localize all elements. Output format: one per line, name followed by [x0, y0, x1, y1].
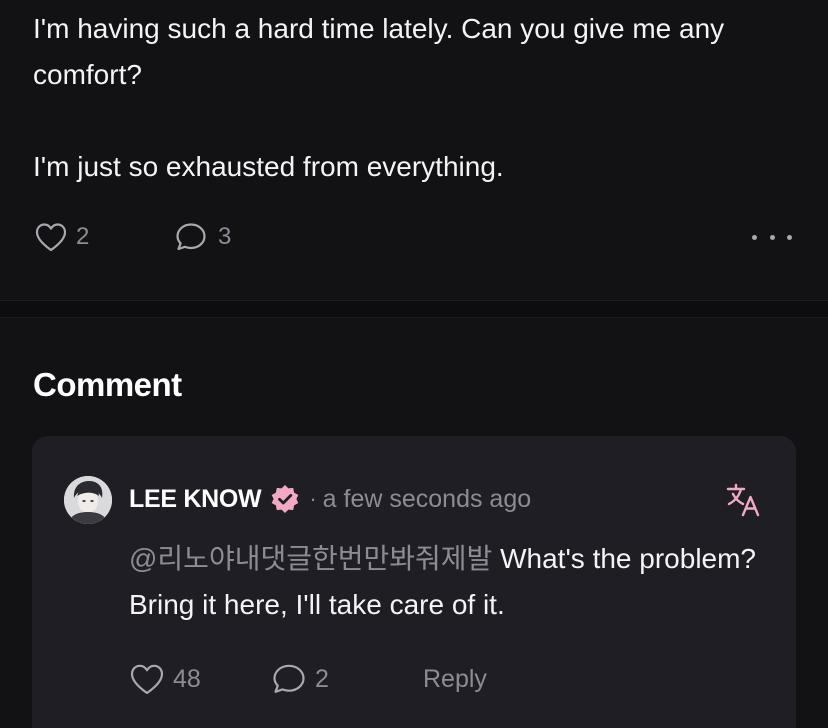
- comment-text-line: Bring it here, I'll take care of it.: [129, 589, 505, 620]
- avatar[interactable]: [64, 476, 112, 524]
- speech-bubble-icon: [273, 664, 305, 693]
- avatar-image: [64, 476, 112, 524]
- translate-icon[interactable]: [725, 482, 761, 518]
- comment-author-row: LEE KNOW · a few seconds ago: [129, 483, 531, 515]
- verified-badge-icon: [272, 485, 299, 513]
- more-horizontal-icon: [752, 234, 757, 240]
- post-like-count: 2: [76, 223, 90, 250]
- comment-card: LEE KNOW · a few seconds ago @리노야내댓글한번만봐…: [32, 436, 796, 728]
- speech-bubble-icon: [176, 223, 206, 251]
- post-comment-button[interactable]: 3: [174, 221, 231, 253]
- more-horizontal-icon: [787, 234, 792, 240]
- author-name[interactable]: LEE KNOW: [129, 485, 262, 514]
- more-horizontal-icon: [769, 234, 775, 240]
- post-paragraph-break: [33, 98, 793, 144]
- comment-like-count: 48: [173, 664, 201, 693]
- reply-button[interactable]: Reply: [423, 665, 487, 694]
- app-root: I'm having such a hard time lately. Can …: [0, 0, 828, 728]
- heart-outline-icon: [35, 223, 67, 252]
- comment-like-button[interactable]: 48: [129, 662, 201, 696]
- section-divider: [0, 300, 828, 318]
- comments-heading: Comment: [33, 366, 182, 403]
- heart-outline-icon: [130, 664, 164, 695]
- post-like-button[interactable]: 2: [34, 221, 89, 253]
- comment-reply-count: 2: [315, 664, 329, 693]
- post-body: I'm having such a hard time lately. Can …: [33, 6, 793, 190]
- comment-text: @리노야내댓글한번만봐줘제발 What's the problem? Bring…: [129, 536, 779, 628]
- post-text-line: I'm having such a hard time lately. Can …: [33, 13, 725, 44]
- meta-separator: ·: [309, 486, 317, 511]
- comment-reply-count-button[interactable]: 2: [271, 662, 329, 696]
- post-comment-count: 3: [218, 223, 232, 250]
- comment-timestamp: a few seconds ago: [322, 484, 532, 513]
- post-text-line: I'm just so exhausted from everything.: [33, 151, 504, 182]
- post-text-line: comfort?: [33, 59, 142, 90]
- more-options-button[interactable]: [752, 228, 792, 246]
- user-mention[interactable]: @리노야내댓글한번만봐줘제발: [129, 543, 492, 574]
- comment-text-part: What's the problem?: [492, 543, 757, 574]
- post: I'm having such a hard time lately. Can …: [0, 0, 828, 300]
